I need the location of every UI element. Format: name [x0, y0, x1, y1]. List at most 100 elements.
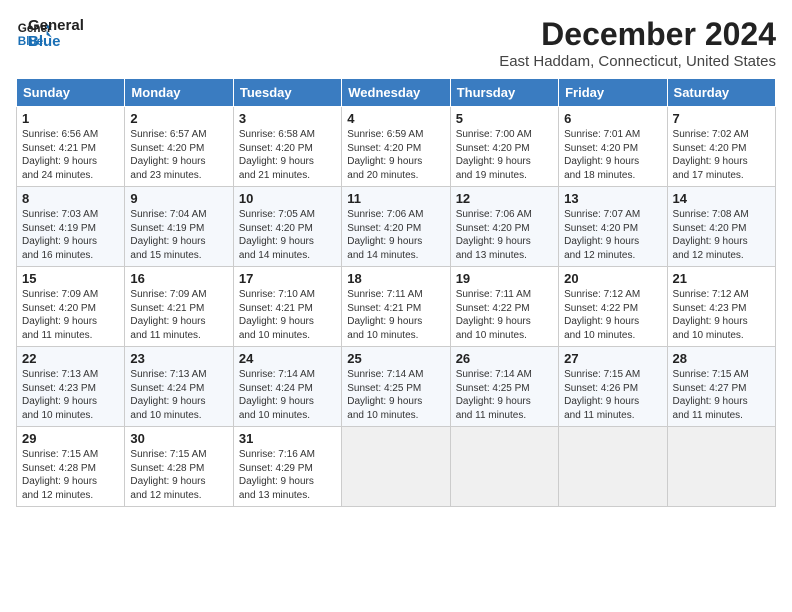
col-header-wednesday: Wednesday [342, 79, 450, 107]
calendar-cell: 23 Sunrise: 7:13 AM Sunset: 4:24 PM Dayli… [125, 347, 233, 427]
calendar-cell: 2 Sunrise: 6:57 AM Sunset: 4:20 PM Daylig… [125, 107, 233, 187]
calendar-week-2: 8 Sunrise: 7:03 AM Sunset: 4:19 PM Daylig… [17, 187, 776, 267]
logo-line1: General [28, 18, 84, 35]
day-info: Sunrise: 7:15 AM Sunset: 4:28 PM Dayligh… [130, 448, 227, 502]
day-info: Sunrise: 7:13 AM Sunset: 4:24 PM Dayligh… [130, 368, 227, 422]
calendar-cell: 7 Sunrise: 7:02 AM Sunset: 4:20 PM Daylig… [667, 107, 775, 187]
calendar-cell: 9 Sunrise: 7:04 AM Sunset: 4:19 PM Daylig… [125, 187, 233, 267]
calendar-cell: 17Sunrise: 7:10 AM Sunset: 4:21 PM Dayli… [233, 267, 341, 347]
day-info: Sunrise: 7:15 AM Sunset: 4:28 PM Dayligh… [22, 448, 119, 502]
calendar-cell: 18 Sunrise: 7:11 AM Sunset: 4:21 PM Dayli… [342, 267, 450, 347]
calendar-body: 1Sunrise: 6:56 AM Sunset: 4:21 PM Daylig… [17, 107, 776, 507]
day-info: Sunrise: 6:56 AM Sunset: 4:21 PM Dayligh… [22, 128, 119, 182]
calendar-cell: 30 Sunrise: 7:15 AM Sunset: 4:28 PM Dayli… [125, 427, 233, 507]
calendar-cell: 20 Sunrise: 7:12 AM Sunset: 4:22 PM Dayli… [559, 267, 667, 347]
day-info: Sunrise: 7:12 AM Sunset: 4:22 PM Dayligh… [564, 288, 661, 342]
calendar-cell: 3 Sunrise: 6:58 AM Sunset: 4:20 PM Daylig… [233, 107, 341, 187]
calendar-cell: 8 Sunrise: 7:03 AM Sunset: 4:19 PM Daylig… [17, 187, 125, 267]
day-info: Sunrise: 7:14 AM Sunset: 4:25 PM Dayligh… [347, 368, 444, 422]
day-info: Sunrise: 7:03 AM Sunset: 4:19 PM Dayligh… [22, 208, 119, 262]
calendar-week-4: 22Sunrise: 7:13 AM Sunset: 4:23 PM Dayli… [17, 347, 776, 427]
day-info: Sunrise: 7:00 AM Sunset: 4:20 PM Dayligh… [456, 128, 553, 182]
day-number: 13 [564, 191, 661, 206]
day-info: Sunrise: 6:59 AM Sunset: 4:20 PM Dayligh… [347, 128, 444, 182]
day-info: Sunrise: 7:07 AM Sunset: 4:20 PM Dayligh… [564, 208, 661, 262]
day-number: 30 [130, 431, 227, 446]
calendar-cell: 28Sunrise: 7:15 AM Sunset: 4:27 PM Dayli… [667, 347, 775, 427]
day-info: Sunrise: 7:09 AM Sunset: 4:21 PM Dayligh… [130, 288, 227, 342]
day-number: 24 [239, 351, 336, 366]
day-number: 14 [673, 191, 770, 206]
day-number: 28 [673, 351, 770, 366]
calendar-cell: 1Sunrise: 6:56 AM Sunset: 4:21 PM Daylig… [17, 107, 125, 187]
day-info: Sunrise: 7:12 AM Sunset: 4:23 PM Dayligh… [673, 288, 770, 342]
calendar-cell: 31Sunrise: 7:16 AM Sunset: 4:29 PM Dayli… [233, 427, 341, 507]
calendar-table: SundayMondayTuesdayWednesdayThursdayFrid… [16, 78, 776, 507]
calendar-cell: 14 Sunrise: 7:08 AM Sunset: 4:20 PM Dayli… [667, 187, 775, 267]
col-header-thursday: Thursday [450, 79, 558, 107]
calendar-cell: 13 Sunrise: 7:07 AM Sunset: 4:20 PM Dayli… [559, 187, 667, 267]
day-number: 25 [347, 351, 444, 366]
day-number: 16 [130, 271, 227, 286]
day-number: 9 [130, 191, 227, 206]
calendar-cell: 15Sunrise: 7:09 AM Sunset: 4:20 PM Dayli… [17, 267, 125, 347]
day-info: Sunrise: 7:11 AM Sunset: 4:21 PM Dayligh… [347, 288, 444, 342]
day-number: 8 [22, 191, 119, 206]
calendar-cell: 6Sunrise: 7:01 AM Sunset: 4:20 PM Daylig… [559, 107, 667, 187]
col-header-friday: Friday [559, 79, 667, 107]
day-number: 27 [564, 351, 661, 366]
day-number: 22 [22, 351, 119, 366]
logo-line2: Blue [28, 34, 84, 51]
day-info: Sunrise: 7:11 AM Sunset: 4:22 PM Dayligh… [456, 288, 553, 342]
day-number: 11 [347, 191, 444, 206]
day-number: 7 [673, 111, 770, 126]
calendar-cell [667, 427, 775, 507]
day-number: 4 [347, 111, 444, 126]
day-info: Sunrise: 7:02 AM Sunset: 4:20 PM Dayligh… [673, 128, 770, 182]
day-info: Sunrise: 6:57 AM Sunset: 4:20 PM Dayligh… [130, 128, 227, 182]
day-info: Sunrise: 7:05 AM Sunset: 4:20 PM Dayligh… [239, 208, 336, 262]
calendar-cell: 29 Sunrise: 7:15 AM Sunset: 4:28 PM Dayli… [17, 427, 125, 507]
page-header: General Blue General Blue December 2024 … [16, 16, 776, 70]
day-number: 10 [239, 191, 336, 206]
calendar-cell: 19 Sunrise: 7:11 AM Sunset: 4:22 PM Dayli… [450, 267, 558, 347]
day-info: Sunrise: 7:06 AM Sunset: 4:20 PM Dayligh… [456, 208, 553, 262]
calendar-cell: 26 Sunrise: 7:14 AM Sunset: 4:25 PM Dayli… [450, 347, 558, 427]
day-number: 3 [239, 111, 336, 126]
calendar-cell: 21 Sunrise: 7:12 AM Sunset: 4:23 PM Dayli… [667, 267, 775, 347]
calendar-cell: 22Sunrise: 7:13 AM Sunset: 4:23 PM Dayli… [17, 347, 125, 427]
calendar-cell [450, 427, 558, 507]
main-title: December 2024 [499, 16, 776, 53]
day-number: 26 [456, 351, 553, 366]
calendar-cell: 24 Sunrise: 7:14 AM Sunset: 4:24 PM Dayli… [233, 347, 341, 427]
day-number: 5 [456, 111, 553, 126]
day-number: 19 [456, 271, 553, 286]
title-block: December 2024 East Haddam, Connecticut, … [499, 16, 776, 70]
day-number: 29 [22, 431, 119, 446]
calendar-cell: 5 Sunrise: 7:00 AM Sunset: 4:20 PM Daylig… [450, 107, 558, 187]
day-info: Sunrise: 7:04 AM Sunset: 4:19 PM Dayligh… [130, 208, 227, 262]
day-number: 18 [347, 271, 444, 286]
calendar-cell: 12Sunrise: 7:06 AM Sunset: 4:20 PM Dayli… [450, 187, 558, 267]
calendar-cell: 25 Sunrise: 7:14 AM Sunset: 4:25 PM Dayli… [342, 347, 450, 427]
day-number: 20 [564, 271, 661, 286]
day-info: Sunrise: 7:06 AM Sunset: 4:20 PM Dayligh… [347, 208, 444, 262]
calendar-cell: 11 Sunrise: 7:06 AM Sunset: 4:20 PM Dayli… [342, 187, 450, 267]
day-number: 15 [22, 271, 119, 286]
day-number: 21 [673, 271, 770, 286]
day-info: Sunrise: 7:10 AM Sunset: 4:21 PM Dayligh… [239, 288, 336, 342]
calendar-week-3: 15Sunrise: 7:09 AM Sunset: 4:20 PM Dayli… [17, 267, 776, 347]
calendar-cell: 16 Sunrise: 7:09 AM Sunset: 4:21 PM Dayli… [125, 267, 233, 347]
calendar-cell [559, 427, 667, 507]
day-info: Sunrise: 7:01 AM Sunset: 4:20 PM Dayligh… [564, 128, 661, 182]
col-header-tuesday: Tuesday [233, 79, 341, 107]
day-number: 23 [130, 351, 227, 366]
day-info: Sunrise: 7:14 AM Sunset: 4:25 PM Dayligh… [456, 368, 553, 422]
col-header-saturday: Saturday [667, 79, 775, 107]
day-info: Sunrise: 7:14 AM Sunset: 4:24 PM Dayligh… [239, 368, 336, 422]
subtitle: East Haddam, Connecticut, United States [499, 53, 776, 70]
day-info: Sunrise: 6:58 AM Sunset: 4:20 PM Dayligh… [239, 128, 336, 182]
day-info: Sunrise: 7:08 AM Sunset: 4:20 PM Dayligh… [673, 208, 770, 262]
day-number: 2 [130, 111, 227, 126]
day-number: 31 [239, 431, 336, 446]
